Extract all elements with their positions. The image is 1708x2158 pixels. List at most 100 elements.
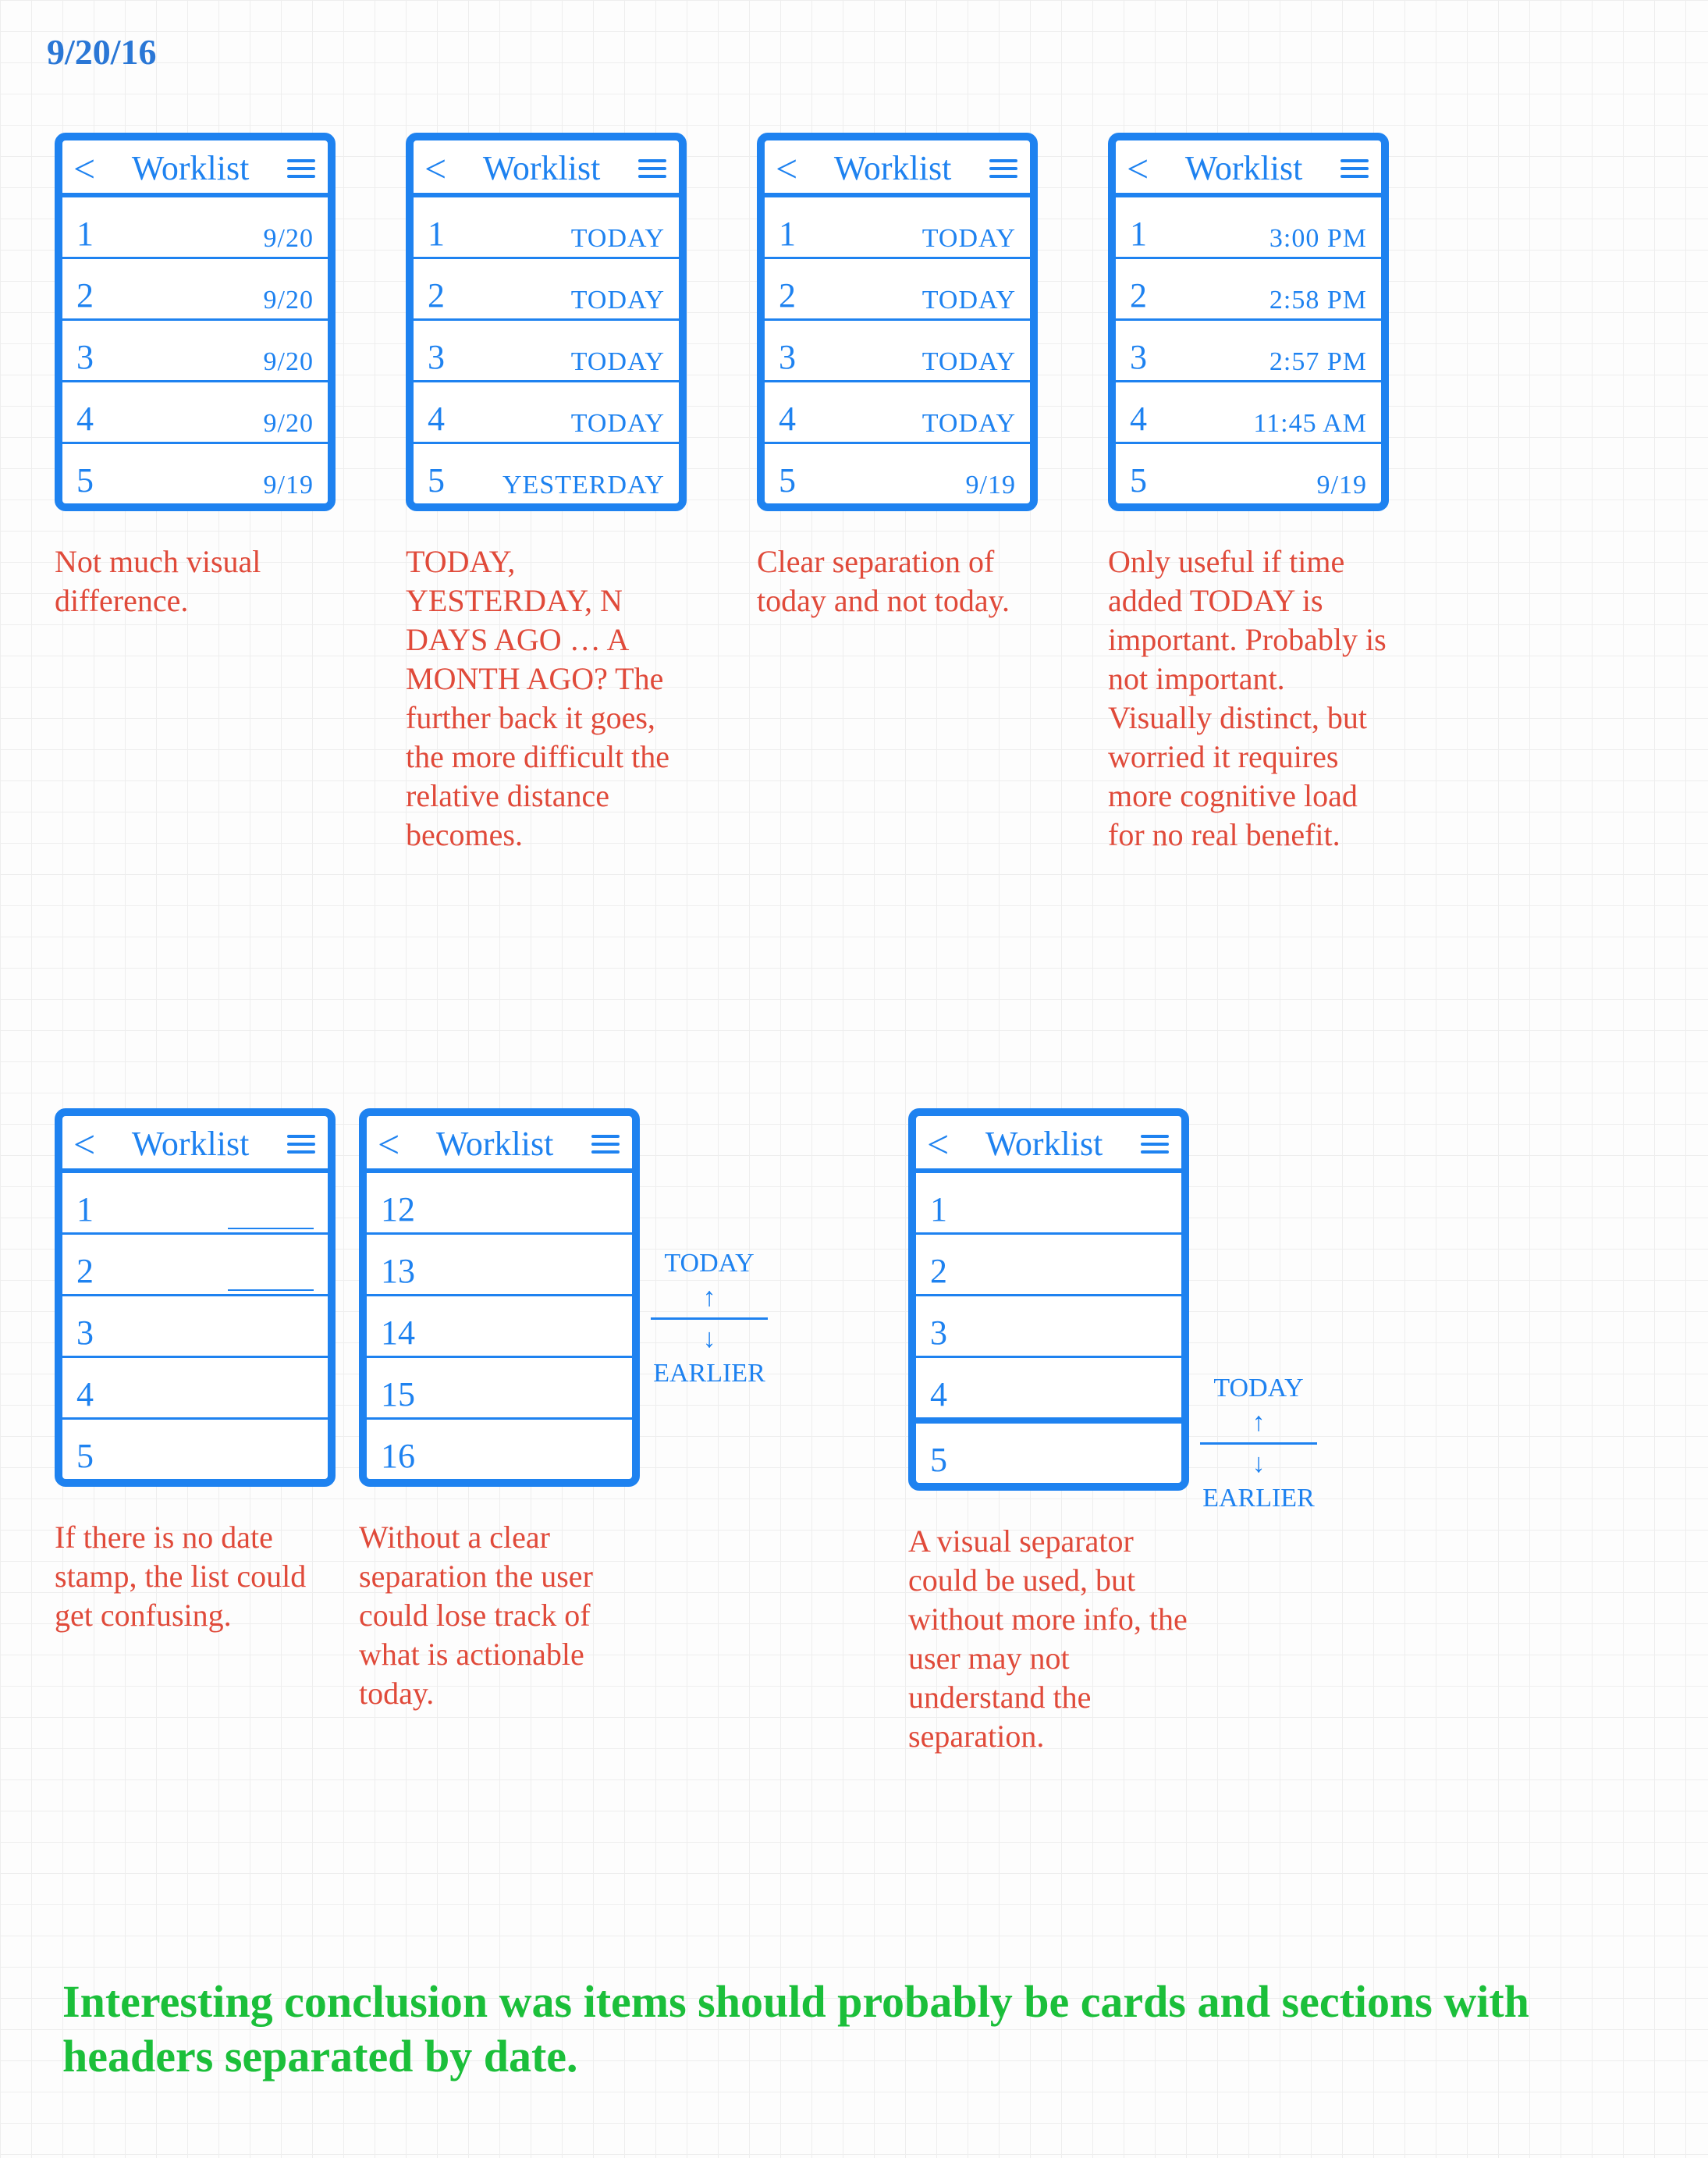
back-icon[interactable]: < bbox=[378, 1125, 399, 1164]
screen-title: Worklist bbox=[95, 1124, 286, 1164]
menu-icon[interactable] bbox=[637, 156, 668, 181]
list-item[interactable]: 22:58 PM bbox=[1116, 259, 1381, 321]
menu-icon[interactable] bbox=[988, 156, 1019, 181]
list-item[interactable]: 14. bbox=[367, 1296, 632, 1358]
variant-2: < Worklist 1TODAY 2TODAY 3TODAY 4TODAY 5… bbox=[406, 133, 687, 855]
list-item[interactable]: 59/19 bbox=[765, 444, 1030, 503]
arrow-up-icon: ↑ bbox=[1252, 1408, 1266, 1438]
list-item[interactable]: 13. bbox=[367, 1235, 632, 1296]
list-item[interactable]: 2TODAY bbox=[414, 259, 679, 321]
list-item[interactable]: 1. bbox=[916, 1173, 1181, 1235]
screen-title: Worklist bbox=[446, 148, 637, 188]
back-icon[interactable]: < bbox=[424, 149, 446, 188]
list-item[interactable]: 411:45 AM bbox=[1116, 382, 1381, 444]
back-icon[interactable]: < bbox=[73, 1125, 95, 1164]
conclusion: Interesting conclusion was items should … bbox=[62, 1975, 1661, 2083]
divider-icon bbox=[1200, 1442, 1317, 1445]
mock-phone: < Worklist 1TODAY 2TODAY 3TODAY 4TODAY 5… bbox=[406, 133, 687, 511]
screen-title: Worklist bbox=[797, 148, 988, 188]
phone-header: < Worklist bbox=[62, 140, 328, 197]
list-item[interactable]: 5. bbox=[916, 1424, 1181, 1483]
list-item[interactable]: 1TODAY bbox=[414, 197, 679, 259]
list-item[interactable]: 16. bbox=[367, 1420, 632, 1479]
menu-icon[interactable] bbox=[590, 1132, 621, 1157]
annotation: TODAY, YESTERDAY, N DAYS AGO … A MONTH A… bbox=[406, 542, 687, 855]
list-item[interactable]: 13:00 PM bbox=[1116, 197, 1381, 259]
list-item[interactable]: 1 bbox=[62, 1173, 328, 1235]
variant-7: < Worklist 1. 2. 3. 4. 5. A visual separ… bbox=[908, 1108, 1189, 1756]
list-item[interactable]: 32:57 PM bbox=[1116, 321, 1381, 382]
blank-date bbox=[228, 1267, 314, 1291]
list-item[interactable]: 3TODAY bbox=[414, 321, 679, 382]
screen-title: Worklist bbox=[949, 1124, 1139, 1164]
variant-5: < Worklist 1 2 3. 4. 5. If there is no d… bbox=[55, 1108, 336, 1635]
list-item[interactable]: 3. bbox=[62, 1296, 328, 1358]
arrow-down-icon: ↓ bbox=[1252, 1449, 1266, 1479]
arrow-down-icon: ↓ bbox=[703, 1324, 716, 1354]
variant-row-1: < Worklist 19/20 29/20 39/20 49/20 59/19… bbox=[55, 133, 1389, 855]
back-icon[interactable]: < bbox=[73, 149, 95, 188]
side-annotation: TODAY ↑ ↓ EARLIER bbox=[1200, 1374, 1317, 1513]
annotation: Only useful if time added TODAY is impor… bbox=[1108, 542, 1389, 855]
list-item[interactable]: 5YESTERDAY bbox=[414, 444, 679, 503]
back-icon[interactable]: < bbox=[776, 149, 797, 188]
side-label-top: TODAY bbox=[664, 1249, 754, 1278]
side-label-bottom: EARLIER bbox=[653, 1359, 765, 1388]
mock-phone: < Worklist 19/20 29/20 39/20 49/20 59/19 bbox=[55, 133, 336, 511]
phone-header: < Worklist bbox=[916, 1116, 1181, 1173]
annotation: Without a clear separation the user coul… bbox=[359, 1518, 640, 1713]
menu-icon[interactable] bbox=[1139, 1132, 1170, 1157]
screen-title: Worklist bbox=[1149, 148, 1339, 188]
menu-icon[interactable] bbox=[1339, 156, 1370, 181]
mock-phone: < Worklist 12. 13. 14. 15. 16. bbox=[359, 1108, 640, 1487]
screen-title: Worklist bbox=[399, 1124, 590, 1164]
arrow-up-icon: ↑ bbox=[703, 1283, 716, 1313]
annotation: If there is no date stamp, the list coul… bbox=[55, 1518, 336, 1635]
annotation: Not much visual difference. bbox=[55, 542, 336, 620]
list-item[interactable]: 4. bbox=[916, 1358, 1181, 1424]
list-item[interactable]: 3TODAY bbox=[765, 321, 1030, 382]
annotation: A visual separator could be used, but wi… bbox=[908, 1522, 1189, 1756]
list-item[interactable]: 12. bbox=[367, 1173, 632, 1235]
side-label-top: TODAY bbox=[1213, 1374, 1303, 1403]
side-label-bottom: EARLIER bbox=[1202, 1484, 1315, 1513]
list-item[interactable]: 2TODAY bbox=[765, 259, 1030, 321]
phone-header: < Worklist bbox=[1116, 140, 1381, 197]
list-item[interactable]: 4. bbox=[62, 1358, 328, 1420]
list-item[interactable]: 15. bbox=[367, 1358, 632, 1420]
blank-date bbox=[228, 1206, 314, 1229]
back-icon[interactable]: < bbox=[1127, 149, 1149, 188]
phone-header: < Worklist bbox=[414, 140, 679, 197]
variant-3: < Worklist 1TODAY 2TODAY 3TODAY 4TODAY 5… bbox=[757, 133, 1038, 620]
list-item[interactable]: 1TODAY bbox=[765, 197, 1030, 259]
list-item[interactable]: 19/20 bbox=[62, 197, 328, 259]
variant-1: < Worklist 19/20 29/20 39/20 49/20 59/19… bbox=[55, 133, 336, 620]
menu-icon[interactable] bbox=[286, 156, 317, 181]
mock-phone: < Worklist 13:00 PM 22:58 PM 32:57 PM 41… bbox=[1108, 133, 1389, 511]
list-item[interactable]: 49/20 bbox=[62, 382, 328, 444]
divider-icon bbox=[651, 1317, 768, 1320]
list-item[interactable]: 4TODAY bbox=[414, 382, 679, 444]
variant-7-wrap: < Worklist 1. 2. 3. 4. 5. A visual separ… bbox=[908, 1108, 1317, 1756]
page-date: 9/20/16 bbox=[47, 31, 157, 73]
list-item[interactable]: 29/20 bbox=[62, 259, 328, 321]
variant-6: < Worklist 12. 13. 14. 15. 16. Without a… bbox=[359, 1108, 640, 1713]
annotation: Clear separation of today and not today. bbox=[757, 542, 1038, 620]
list-item[interactable]: 59/19 bbox=[62, 444, 328, 503]
list-item[interactable]: 3. bbox=[916, 1296, 1181, 1358]
list-item[interactable]: 39/20 bbox=[62, 321, 328, 382]
menu-icon[interactable] bbox=[286, 1132, 317, 1157]
phone-header: < Worklist bbox=[367, 1116, 632, 1173]
mock-phone: < Worklist 1 2 3. 4. 5. bbox=[55, 1108, 336, 1487]
variant-row-2: < Worklist 1 2 3. 4. 5. If there is no d… bbox=[55, 1108, 1317, 1756]
variant-4: < Worklist 13:00 PM 22:58 PM 32:57 PM 41… bbox=[1108, 133, 1389, 855]
list-item[interactable]: 4TODAY bbox=[765, 382, 1030, 444]
list-item[interactable]: 2. bbox=[916, 1235, 1181, 1296]
screen-title: Worklist bbox=[95, 148, 286, 188]
list-item[interactable]: 2 bbox=[62, 1235, 328, 1296]
back-icon[interactable]: < bbox=[927, 1125, 949, 1164]
variant-6-wrap: < Worklist 12. 13. 14. 15. 16. Without a… bbox=[359, 1108, 768, 1713]
list-item[interactable]: 5. bbox=[62, 1420, 328, 1479]
list-item[interactable]: 59/19 bbox=[1116, 444, 1381, 503]
mock-phone: < Worklist 1. 2. 3. 4. 5. bbox=[908, 1108, 1189, 1491]
